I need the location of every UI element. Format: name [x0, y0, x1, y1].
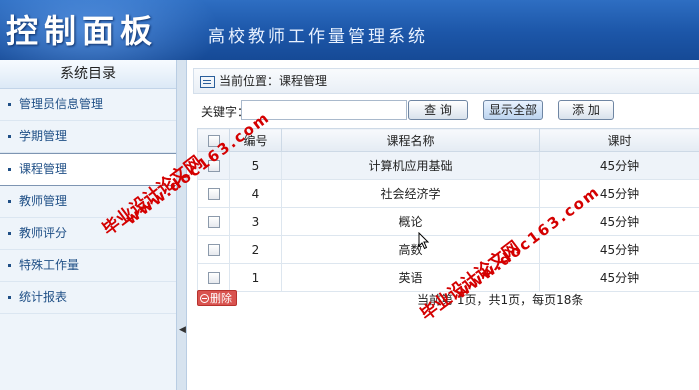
- cell-id: 2: [229, 235, 282, 264]
- minus-circle-icon: [200, 294, 209, 303]
- bullet-icon: [8, 200, 11, 203]
- add-button[interactable]: 添 加: [558, 100, 614, 120]
- breadcrumb: 当前位置：课程管理: [193, 68, 699, 94]
- table-row[interactable]: 5 计算机应用基础 45分钟: [197, 151, 699, 180]
- cell-name: 概论: [281, 207, 540, 236]
- show-all-button[interactable]: 显示全部: [483, 100, 543, 120]
- bullet-icon: [8, 232, 11, 235]
- sidebar-item-semester[interactable]: 学期管理: [0, 121, 176, 153]
- bullet-icon: [8, 264, 11, 267]
- row-select-cell: [197, 235, 230, 264]
- cell-id: 3: [229, 207, 282, 236]
- sidebar-item-label: 统计报表: [19, 290, 68, 304]
- table-row[interactable]: 2 高数 45分钟: [197, 235, 699, 264]
- cell-hours: 45分钟: [539, 151, 699, 180]
- table-header-row: 编号 课程名称 课时: [197, 128, 699, 152]
- sidebar-item-label: 教师管理: [19, 194, 68, 208]
- column-header-hours: 课时: [539, 128, 699, 152]
- app-header: 控制面板 高校教师工作量管理系统: [0, 0, 699, 60]
- sidebar: 系统目录 管理员信息管理 学期管理 课程管理 教师管理 教师评分 特殊工作量 统…: [0, 60, 177, 390]
- bullet-icon: [8, 296, 11, 299]
- sidebar-item-label: 课程管理: [19, 162, 68, 176]
- table-row[interactable]: 4 社会经济学 45分钟: [197, 179, 699, 208]
- sidebar-item-label: 特殊工作量: [19, 258, 80, 272]
- bullet-icon: [8, 135, 11, 138]
- app-title: 控制面板: [6, 12, 159, 50]
- cell-name: 计算机应用基础: [281, 151, 540, 180]
- sidebar-item-label: 学期管理: [19, 129, 68, 143]
- row-checkbox[interactable]: [207, 188, 220, 200]
- sidebar-item-report[interactable]: 统计报表: [0, 282, 176, 314]
- cell-hours: 45分钟: [539, 235, 699, 264]
- cell-id: 4: [229, 179, 282, 208]
- delete-button[interactable]: 删除: [197, 290, 237, 306]
- row-checkbox[interactable]: [207, 272, 220, 284]
- app-subtitle: 高校教师工作量管理系统: [208, 27, 428, 47]
- cell-id: 1: [229, 263, 282, 292]
- row-select-cell: [197, 207, 230, 236]
- sidebar-title: 系统目录: [0, 60, 176, 89]
- list-icon: [200, 75, 215, 88]
- course-table: 编号 课程名称 课时 5 计算机应用基础 45分钟 4 社会经济学 45分钟 3: [197, 128, 699, 292]
- bullet-icon: [8, 103, 11, 106]
- search-button[interactable]: 查 询: [408, 100, 468, 120]
- sidebar-item-rating[interactable]: 教师评分: [0, 218, 176, 250]
- cell-id: 5: [229, 151, 282, 180]
- sidebar-item-admin[interactable]: 管理员信息管理: [0, 89, 176, 121]
- mouse-cursor-icon: [418, 232, 430, 250]
- breadcrumb-text: 当前位置：课程管理: [219, 74, 328, 88]
- bullet-icon: [8, 168, 11, 171]
- cell-name: 社会经济学: [281, 179, 540, 208]
- row-checkbox[interactable]: [207, 244, 220, 256]
- delete-label: 删除: [210, 292, 232, 305]
- column-header-name: 课程名称: [281, 128, 540, 152]
- row-select-cell: [197, 263, 230, 292]
- sidebar-item-special[interactable]: 特殊工作量: [0, 250, 176, 282]
- sidebar-splitter[interactable]: ◀: [176, 60, 187, 390]
- row-checkbox[interactable]: [207, 216, 220, 228]
- sidebar-item-label: 教师评分: [19, 226, 68, 240]
- row-select-cell: [197, 179, 230, 208]
- sidebar-item-label: 管理员信息管理: [19, 97, 104, 111]
- table-row[interactable]: 3 概论 45分钟: [197, 207, 699, 236]
- collapse-arrow-icon[interactable]: ◀: [179, 325, 186, 335]
- cell-hours: 45分钟: [539, 263, 699, 292]
